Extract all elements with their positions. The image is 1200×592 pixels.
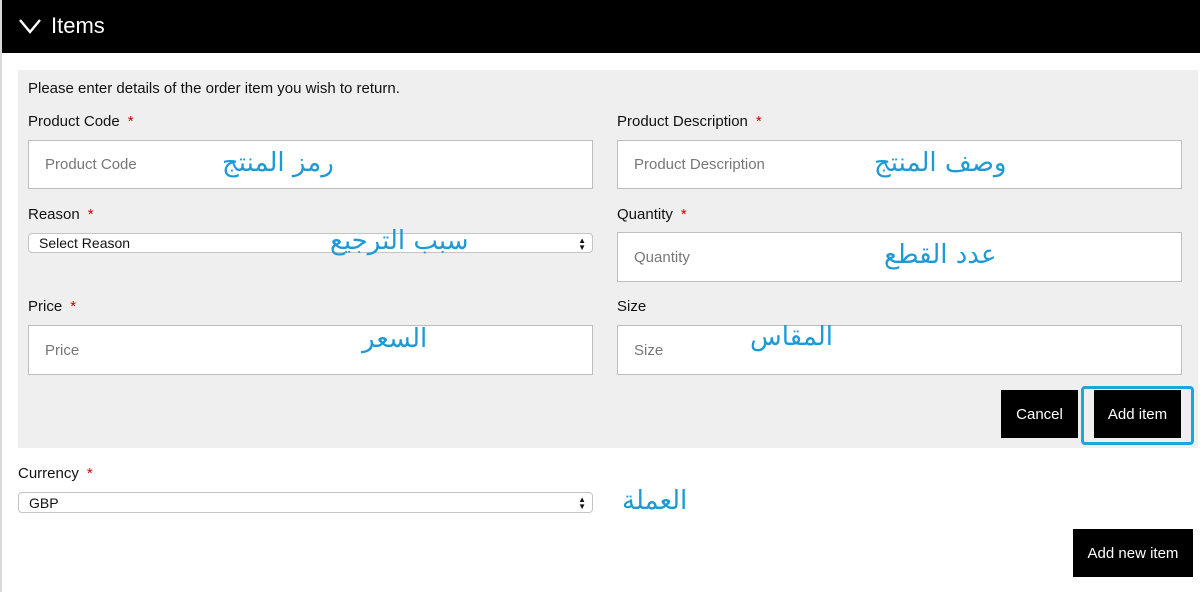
required-mark: * xyxy=(127,113,134,130)
required-mark: * xyxy=(86,465,93,482)
size-annotation: المقاس xyxy=(750,322,833,352)
product-code-label: Product Code * xyxy=(28,113,134,131)
price-label-text: Price xyxy=(28,298,63,315)
required-mark: * xyxy=(680,206,687,223)
quantity-label-text: Quantity xyxy=(617,206,673,223)
form-intro-text: Please enter details of the order item y… xyxy=(28,80,400,97)
quantity-annotation: عدد القطع xyxy=(884,240,997,270)
required-mark: * xyxy=(70,298,77,315)
price-input[interactable] xyxy=(28,325,593,375)
size-label: Size xyxy=(617,298,646,316)
left-edge xyxy=(0,0,2,592)
size-label-text: Size xyxy=(617,298,647,315)
select-arrows-icon: ▲ ▼ xyxy=(578,495,586,511)
product-description-label-text: Product Description xyxy=(617,113,748,130)
reason-label-text: Reason xyxy=(28,206,80,223)
select-arrows-icon: ▲ ▼ xyxy=(578,236,586,252)
size-input[interactable] xyxy=(617,325,1182,375)
required-mark: * xyxy=(755,113,762,130)
currency-label: Currency * xyxy=(18,465,93,483)
required-mark: * xyxy=(87,206,94,223)
currency-select[interactable]: GBP ▲ ▼ xyxy=(18,492,593,513)
currency-label-text: Currency xyxy=(18,465,79,482)
currency-selected-value: GBP xyxy=(29,494,59,511)
items-section-header[interactable]: Items xyxy=(2,0,1200,53)
reason-annotation: سبب الترجيع xyxy=(330,226,469,256)
product-code-label-text: Product Code xyxy=(28,113,120,130)
chevron-down-icon[interactable] xyxy=(18,17,42,35)
reason-selected-value: Select Reason xyxy=(39,235,131,251)
reason-select[interactable]: Select Reason ▲ ▼ xyxy=(28,233,593,253)
add-item-button[interactable]: Add item xyxy=(1094,390,1181,438)
add-new-item-button[interactable]: Add new item xyxy=(1073,529,1193,577)
price-label: Price * xyxy=(28,298,76,316)
product-description-annotation: وصف المنتج xyxy=(874,148,1007,178)
section-title: Items xyxy=(51,13,105,38)
reason-label: Reason * xyxy=(28,206,94,224)
product-description-label: Product Description * xyxy=(617,113,762,131)
product-code-annotation: رمز المنتج xyxy=(222,148,334,178)
price-annotation: السعر xyxy=(362,324,428,354)
currency-annotation: العملة xyxy=(622,486,688,516)
cancel-button[interactable]: Cancel xyxy=(1001,390,1078,438)
quantity-label: Quantity * xyxy=(617,206,687,224)
